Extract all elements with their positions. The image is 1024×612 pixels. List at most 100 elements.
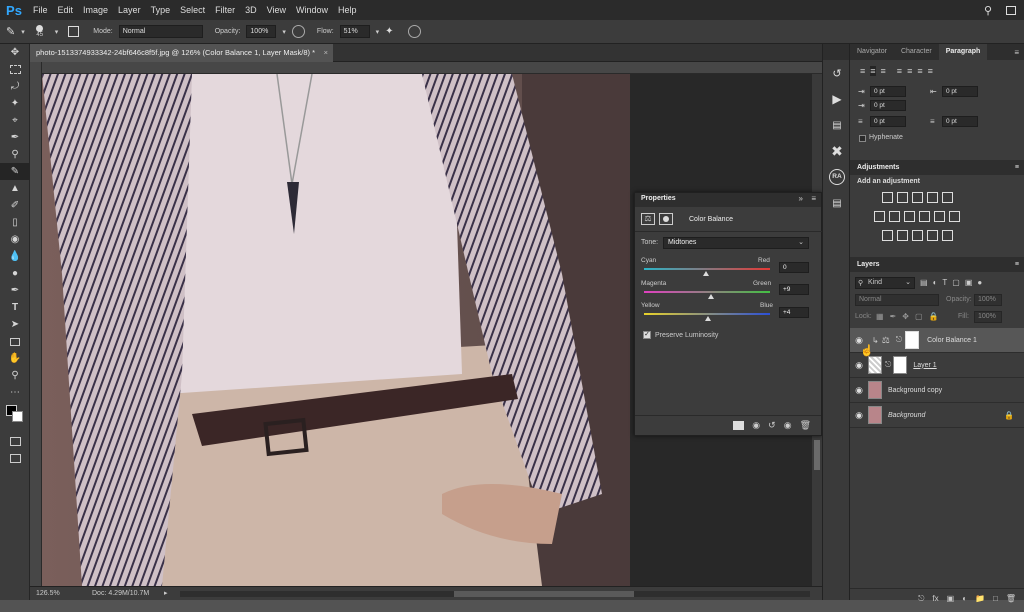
properties-toggle-icon[interactable]: ▤ xyxy=(823,190,851,216)
collapse-icon[interactable]: » xyxy=(799,194,803,203)
ra-panel-icon[interactable]: RA xyxy=(823,164,851,190)
tone-select[interactable]: Midtones ⌄ xyxy=(663,237,809,249)
hand-tool-icon[interactable]: ✋ xyxy=(0,350,30,367)
chain-link-icon[interactable]: ⎋ xyxy=(885,360,891,370)
layer-row-layer-1[interactable]: ◉ ⎋ Layer 1 xyxy=(850,353,1024,378)
space-after-field[interactable]: 0 pt xyxy=(942,116,978,127)
background-color-swatch[interactable] xyxy=(12,411,23,422)
menu-help[interactable]: Help xyxy=(333,0,362,20)
fill-field[interactable]: 100% xyxy=(974,311,1002,323)
panel-menu-icon[interactable]: ≡ xyxy=(1015,257,1019,272)
clone-stamp-tool-icon[interactable]: ▲ xyxy=(0,180,30,197)
link-layers-icon[interactable]: ⎋ xyxy=(918,594,924,604)
menu-file[interactable]: File xyxy=(28,0,53,20)
color-swatches[interactable] xyxy=(0,401,30,429)
document-tab[interactable]: photo-1513374933342-24bf646c8f5f.jpg @ 1… xyxy=(30,44,334,62)
flow-field[interactable]: 51% xyxy=(339,25,370,38)
layer-mask-thumbnail[interactable] xyxy=(905,331,920,349)
close-icon[interactable]: × xyxy=(324,44,328,62)
vibrance-icon[interactable] xyxy=(942,192,953,203)
magenta-green-slider-track[interactable] xyxy=(644,291,770,293)
tools-cross-icon[interactable]: ✖ xyxy=(823,138,851,164)
lock-position-icon[interactable]: ✥ xyxy=(902,312,909,321)
lock-artboard-icon[interactable]: ▢ xyxy=(915,312,923,321)
justify-right-icon[interactable]: ≡ xyxy=(917,66,922,76)
scrollbar-thumb[interactable] xyxy=(814,440,820,470)
align-right-icon[interactable]: ≡ xyxy=(881,66,886,76)
layer-name[interactable]: Background xyxy=(888,412,925,419)
menu-view[interactable]: View xyxy=(262,0,291,20)
invert-icon[interactable] xyxy=(882,230,893,241)
visibility-eye-icon[interactable]: ◉ xyxy=(784,420,792,431)
yellow-blue-slider-knob[interactable] xyxy=(705,316,711,321)
move-tool-icon[interactable]: ✥ xyxy=(0,44,30,61)
menu-edit[interactable]: Edit xyxy=(53,0,79,20)
shape-filter-icon[interactable]: ▢ xyxy=(952,278,960,287)
trash-icon[interactable]: 🗑 xyxy=(1006,594,1016,603)
brush-panel-icon[interactable] xyxy=(68,26,80,37)
tab-character[interactable]: Character xyxy=(894,44,939,60)
panel-menu-icon[interactable]: ≡ xyxy=(1015,160,1019,175)
channel-mixer-icon[interactable] xyxy=(934,211,945,222)
justify-center-icon[interactable]: ≡ xyxy=(907,66,912,76)
lasso-tool-icon[interactable]: ⤾ xyxy=(0,78,30,95)
pen-tool-icon[interactable]: ✒ xyxy=(0,282,30,299)
pixel-filter-icon[interactable]: ▤ xyxy=(920,278,928,287)
preserve-luminosity-checkbox[interactable]: ✓ xyxy=(643,331,651,339)
pressure-size-icon[interactable] xyxy=(407,25,421,38)
zoom-tool-icon[interactable]: ⚲ xyxy=(0,367,30,384)
align-center-icon[interactable]: ≡ xyxy=(870,66,876,76)
layer-thumbnail[interactable] xyxy=(868,381,882,399)
color-balance-icon[interactable] xyxy=(889,211,900,222)
cyan-red-slider-track[interactable] xyxy=(644,268,770,270)
gradient-map-icon[interactable] xyxy=(942,230,953,241)
magenta-green-slider-knob[interactable] xyxy=(708,294,714,299)
rectangle-tool-icon[interactable] xyxy=(0,333,30,350)
pressure-opacity-icon[interactable] xyxy=(291,25,305,38)
workspace-icon[interactable] xyxy=(1006,5,1016,15)
visibility-eye-icon[interactable]: ◉ xyxy=(850,360,868,371)
history-brush-tool-icon[interactable]: ✐ xyxy=(0,197,30,214)
horizontal-scroll-thumb[interactable] xyxy=(454,591,634,597)
levels-adjustment-icon[interactable] xyxy=(897,192,908,203)
brush-tool-icon[interactable]: ✎ xyxy=(6,25,15,38)
layer-mask-thumbnail[interactable] xyxy=(893,356,908,374)
brightness-contrast-icon[interactable] xyxy=(882,192,893,203)
indent-right-field[interactable]: 0 pt xyxy=(942,86,978,97)
actions-play-icon[interactable]: ▶ xyxy=(823,86,851,112)
new-adjustment-icon[interactable]: ◐ xyxy=(962,594,967,603)
layer-row-color-balance[interactable]: ◉ ↳ ⚖ ⎋ Color Balance 1 xyxy=(850,328,1024,353)
more-tools-icon[interactable]: ⋯ xyxy=(0,384,30,401)
dodge-tool-icon[interactable]: ● xyxy=(0,265,30,282)
view-previous-state-icon[interactable]: ◉ xyxy=(752,420,760,431)
posterize-icon[interactable] xyxy=(897,230,908,241)
marquee-tool-icon[interactable] xyxy=(0,61,30,78)
threshold-icon[interactable] xyxy=(912,230,923,241)
panel-menu-icon[interactable]: ≡ xyxy=(1014,48,1019,57)
layer-row-background-copy[interactable]: ◉ Background copy xyxy=(850,378,1024,403)
path-select-tool-icon[interactable]: ➤ xyxy=(0,316,30,333)
blur-tool-icon[interactable]: 💧 xyxy=(0,248,30,265)
kind-filter-select[interactable]: ⚲ Kind ⌄ xyxy=(855,277,915,289)
layer-thumbnail[interactable] xyxy=(868,406,882,424)
exposure-icon[interactable] xyxy=(927,192,938,203)
reset-icon[interactable]: ↺ xyxy=(768,420,776,431)
new-group-icon[interactable]: 📁 xyxy=(975,594,985,603)
opacity-field[interactable]: 100% xyxy=(246,25,277,38)
menu-select[interactable]: Select xyxy=(175,0,210,20)
chevron-down-icon[interactable]: ▾ xyxy=(21,28,25,36)
yellow-blue-value[interactable]: +4 xyxy=(779,307,809,318)
curves-icon[interactable] xyxy=(912,192,923,203)
document-canvas-image[interactable] xyxy=(42,74,630,586)
search-icon[interactable]: ⚲ xyxy=(984,4,992,17)
adjustment-filter-icon[interactable]: ◐ xyxy=(933,278,938,287)
menu-type[interactable]: Type xyxy=(146,0,176,20)
quick-select-tool-icon[interactable]: ✦ xyxy=(0,95,30,112)
eyedropper-tool-icon[interactable]: ✒ xyxy=(0,129,30,146)
layer-style-icon[interactable]: fx xyxy=(932,594,938,603)
chevron-down-icon[interactable]: ▾ xyxy=(376,28,380,36)
smart-object-filter-icon[interactable]: ▣ xyxy=(965,278,973,287)
healing-brush-tool-icon[interactable]: ⚲ xyxy=(0,146,30,163)
filter-toggle-icon[interactable]: ● xyxy=(977,278,982,287)
menu-image[interactable]: Image xyxy=(78,0,113,20)
